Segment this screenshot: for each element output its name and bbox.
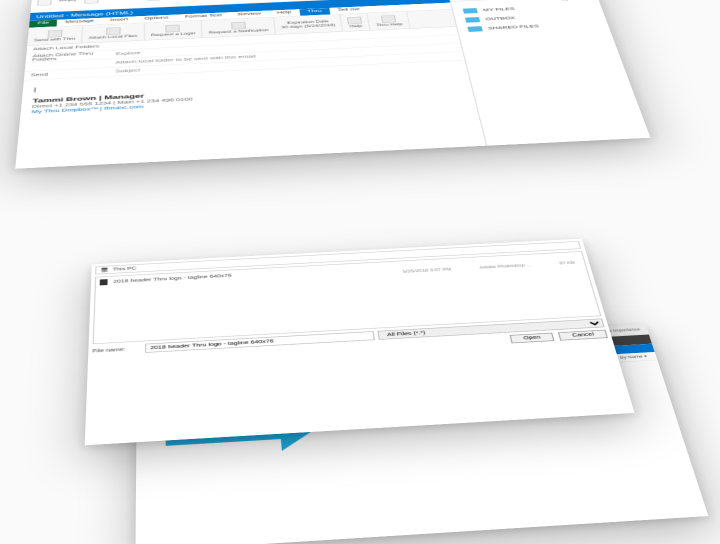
cancel-button[interactable]: Cancel xyxy=(558,330,608,341)
pc-icon: 🖥 xyxy=(100,267,109,272)
login-icon xyxy=(166,24,180,32)
attach-icon xyxy=(106,27,121,35)
help-button[interactable]: Help xyxy=(341,13,371,31)
attach-local-button[interactable]: Attach Local Files xyxy=(82,23,144,43)
request-login-button[interactable]: Request a Login xyxy=(145,21,203,41)
help-icon xyxy=(347,16,362,24)
expiration-group[interactable]: Expiration Date30 days (5/24/2019) xyxy=(274,15,343,35)
help-icon xyxy=(380,15,395,23)
thru-side-panel: Thru Side Panel✕ Thru. ⚙ Sent Items T.Br… xyxy=(443,0,651,146)
categorize-icon[interactable] xyxy=(85,0,99,3)
send-with-thru-button[interactable]: Send with Thru xyxy=(27,26,83,46)
file-open-dialog: 🖥 This PC 2018 header Thru logo - taglin… xyxy=(85,239,635,446)
file-icon xyxy=(100,279,108,285)
bell-icon xyxy=(231,21,246,29)
request-notification-button[interactable]: Request a Notification xyxy=(202,17,276,37)
compose-window: Reply Categorize Policy Follow Up New Gr… xyxy=(15,0,650,169)
thru-help-button[interactable]: Thru Help xyxy=(368,12,411,30)
policy-icon[interactable] xyxy=(148,0,161,1)
open-button[interactable]: Open xyxy=(510,333,555,344)
filename-label: File name: xyxy=(92,346,141,353)
reply-icon[interactable] xyxy=(37,0,51,6)
thru-icon xyxy=(48,30,63,38)
